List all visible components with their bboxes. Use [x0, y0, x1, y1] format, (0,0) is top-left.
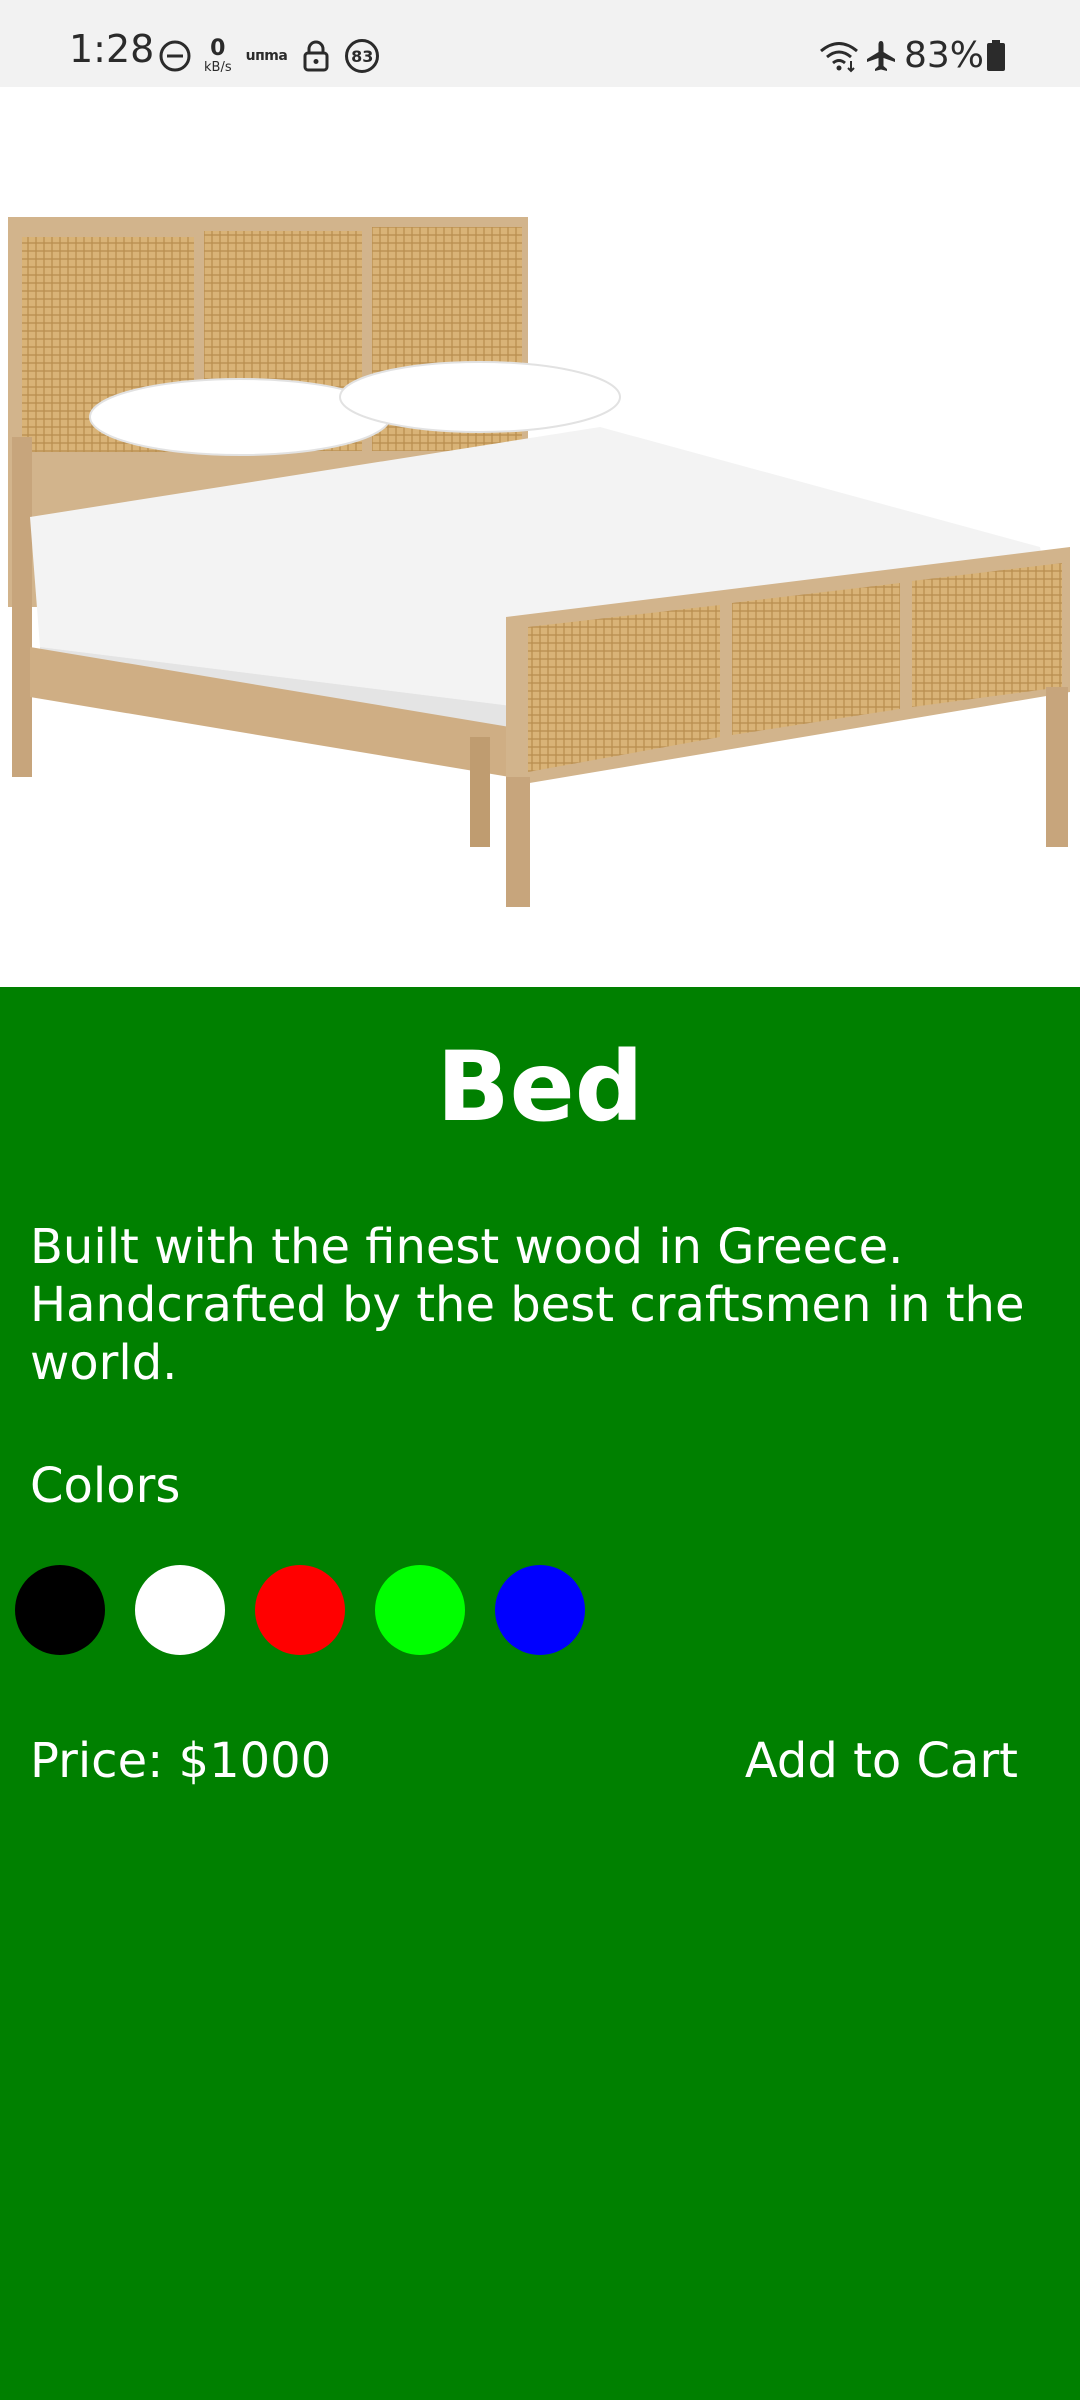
product-title: Bed [436, 1031, 644, 1143]
net-speed-unit: kB/s [204, 60, 232, 75]
status-icons-right: 83% [818, 36, 1006, 76]
status-time: 1:28 [69, 27, 155, 71]
colors-label: Colors [30, 1458, 181, 1514]
battery-percent: 83% [903, 35, 984, 76]
airplane-icon [866, 41, 895, 71]
carrier-label: uпmа [245, 48, 288, 64]
product-image [0, 87, 1080, 987]
color-swatch-black[interactable] [15, 1565, 105, 1655]
net-speed: 0 kB/s [204, 36, 232, 75]
notification-badge: 83 [345, 39, 380, 73]
status-bar: 1:28 0 kB/s uпmа 83 83% [0, 0, 1080, 87]
product-description: Built with the finest wood in Greece. Ha… [30, 1219, 1025, 1391]
product-details-panel [0, 987, 1080, 2400]
net-speed-value: 0 [210, 36, 226, 61]
color-swatch-white[interactable] [135, 1565, 225, 1655]
add-to-cart-button[interactable]: Add to Cart [745, 1735, 1018, 1788]
color-swatch-red[interactable] [255, 1565, 345, 1655]
price-label: Price: $1000 [30, 1733, 332, 1789]
battery-icon [987, 40, 1005, 71]
color-swatch-green[interactable] [375, 1565, 465, 1655]
lock-icon [303, 40, 329, 72]
wifi-icon [820, 42, 858, 73]
color-swatch-blue[interactable] [495, 1565, 585, 1655]
status-icons-left: 0 kB/s uпmа 83 [158, 36, 380, 76]
do-not-disturb-icon [159, 40, 191, 72]
bed-image [8, 217, 1070, 907]
